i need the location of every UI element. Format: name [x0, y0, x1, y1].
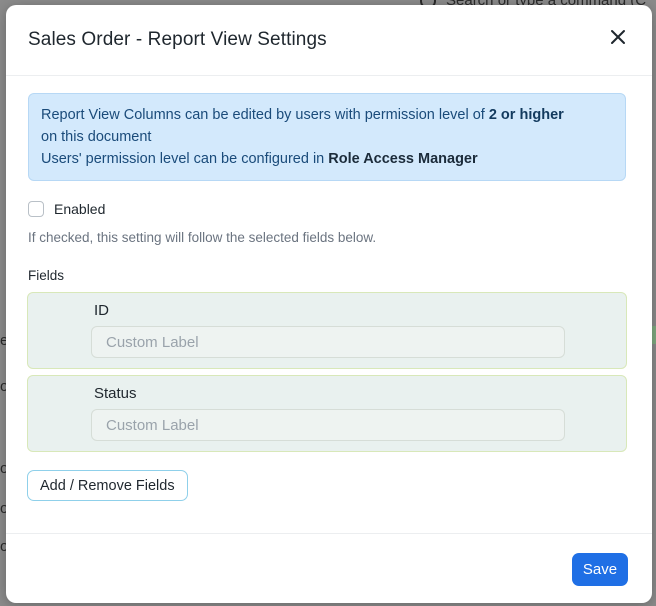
permission-info-alert: Report View Columns can be edited by use…	[28, 93, 626, 181]
close-icon	[611, 30, 625, 44]
role-access-manager-link[interactable]: Role Access Manager	[328, 151, 477, 167]
enabled-label[interactable]: Enabled	[54, 201, 105, 217]
alert-text: Users' permission level can be configure…	[41, 151, 329, 167]
enabled-row: Enabled	[28, 199, 105, 219]
field-name: ID	[94, 302, 109, 319]
save-button[interactable]: Save	[572, 553, 628, 586]
alert-line-2: on this document	[41, 129, 152, 145]
report-view-settings-dialog: Sales Order - Report View Settings Repor…	[6, 5, 652, 603]
modal-footer: Save	[6, 533, 652, 603]
add-remove-fields-button[interactable]: Add / Remove Fields	[27, 470, 188, 501]
permission-level: 2 or higher	[488, 107, 564, 123]
modal-header: Sales Order - Report View Settings	[6, 5, 652, 76]
modal-title: Sales Order - Report View Settings	[28, 29, 327, 50]
field-card-id: ID	[27, 292, 627, 369]
custom-label-input[interactable]	[91, 326, 565, 358]
alert-line-1: Report View Columns can be edited by use…	[41, 104, 613, 126]
custom-label-input[interactable]	[91, 409, 565, 441]
field-name: Status	[94, 385, 137, 402]
alert-line-3: Users' permission level can be configure…	[41, 148, 613, 170]
close-button[interactable]	[606, 25, 630, 49]
enabled-help-text: If checked, this setting will follow the…	[28, 230, 377, 245]
fields-label: Fields	[28, 268, 65, 283]
enabled-checkbox[interactable]	[28, 201, 44, 217]
alert-text: Report View Columns can be edited by use…	[41, 107, 489, 123]
field-card-status: Status	[27, 375, 627, 452]
